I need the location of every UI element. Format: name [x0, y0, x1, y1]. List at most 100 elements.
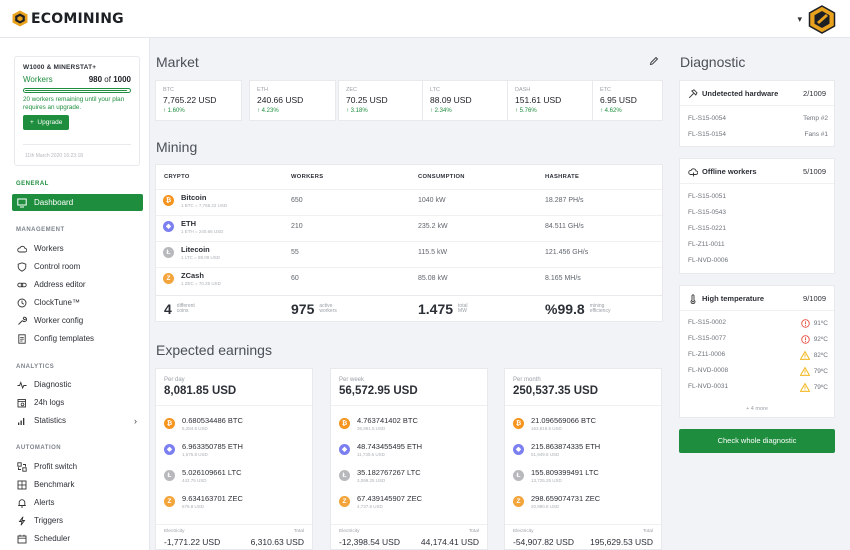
worker-id: FL-S15-0054 [688, 115, 726, 122]
divider [331, 405, 487, 406]
diag-card-temperature[interactable]: High temperature 9/1009 FL-S15-0002 91ºC… [679, 285, 835, 418]
ticker-zec[interactable]: ZEC 70.25 USD ↑ 3.18% [338, 80, 425, 121]
ticker-price: 70.25 USD [346, 95, 388, 105]
list-item: FL-S15-0054 Temp #2 [688, 115, 828, 129]
shield-icon [17, 261, 27, 272]
consumption-cell: 235.2 kW [418, 223, 448, 230]
bitcoin-coin-icon: ₿ [164, 418, 175, 429]
show-more-link[interactable]: + 4 more [680, 406, 834, 412]
ticker-symbol: BTC [163, 87, 174, 93]
sidebar-item-workers[interactable]: Workers [12, 240, 143, 257]
hardware-detail: Temp #2 [803, 115, 828, 122]
cloud-icon [17, 244, 27, 254]
sidebar-item-config-templates[interactable]: Config templates [12, 330, 143, 347]
column-header-consumption: CONSUMPTION [418, 174, 465, 180]
account-dropdown-chevron-icon[interactable]: ▾ [797, 14, 802, 25]
logo[interactable]: ECOMINING [12, 10, 124, 27]
logo-text: ECOMINING [31, 10, 124, 27]
sidebar-item-profit-switch[interactable]: Profit switch [12, 458, 143, 475]
ticker-symbol: DASH [515, 87, 531, 93]
upgrade-label: Upgrade [37, 119, 63, 127]
ticker-symbol: LTC [430, 87, 440, 93]
check-diagnostic-button[interactable]: Check whole diagnostic [679, 429, 835, 453]
hammer-icon [688, 89, 698, 99]
electricity-value: -54,907.82 USD [513, 537, 574, 547]
sidebar-item-label: Workers [34, 244, 64, 253]
earning-usd: 11,730.6 USD [357, 452, 385, 457]
sidebar-item-label: Triggers [34, 516, 64, 525]
net-total-value: 44,174.41 USD [420, 537, 479, 547]
earning-usd: 20,980.8 USD [531, 504, 560, 509]
sidebar-item-scheduler[interactable]: Scheduler [12, 530, 143, 547]
ticker-change: ↑ 2.34% [430, 108, 452, 114]
ticker-etc[interactable]: ETC 6.95 USD ↑ 4.62% [592, 80, 663, 121]
edit-pencil-icon[interactable] [649, 56, 659, 66]
plan-workers-label: Workers [23, 75, 53, 84]
summary-coins: 4 different coins [164, 301, 207, 317]
monitor-icon [17, 198, 27, 208]
sidebar-item-alerts[interactable]: Alerts [12, 494, 143, 511]
table-row[interactable]: Ł Litecoin 1 LTC = 88.09 USD 55 115.5 kW… [156, 241, 662, 264]
sidebar-item-label: Benchmark [34, 480, 75, 489]
table-row[interactable]: ◆ ETH 1 ETH = 240.66 USD 210 235.2 kW 84… [156, 215, 662, 238]
earnings-total: 250,537.35 USD [513, 385, 599, 397]
zcash-coin-icon: Z [164, 496, 175, 507]
sidebar-item-dashboard[interactable]: Dashboard [12, 194, 143, 211]
sidebar-item-label: Diagnostic [34, 380, 72, 389]
link-icon [17, 280, 27, 290]
earning-usd: 163,819.5 USD [531, 426, 562, 431]
mining-table: CRYPTO WORKERS CONSUMPTION HASHRATE ₿ Bi… [155, 164, 663, 322]
earnings-total: 56,572.95 USD [339, 385, 418, 397]
worker-id: FL-S15-0154 [688, 131, 726, 138]
summary-efficiency: %99.8 mining efficiency [545, 301, 622, 317]
ticker-price: 7,765.22 USD [163, 95, 217, 105]
sidebar-item-worker-config[interactable]: Worker config [12, 312, 143, 329]
earning-usd: 36,991.5 USD [357, 426, 386, 431]
ticker-price: 6.95 USD [600, 95, 637, 105]
diag-card-hardware[interactable]: Undetected hardware 2/1009 FL-S15-0054 T… [679, 80, 835, 147]
list-item: FL-NVD-0008 79ºC [688, 367, 828, 381]
section-general: GENERAL [16, 181, 49, 187]
list-item: Ł 35.182767267 LTC 3,099.25 USD [339, 467, 484, 487]
error-circle-icon [800, 319, 810, 328]
list-item: ₿ 21.096569066 BTC 163,819.5 USD [513, 415, 658, 435]
ticker-price: 88.09 USD [430, 95, 472, 105]
upgrade-button[interactable]: + Upgrade [23, 115, 70, 131]
sidebar-item-address-editor[interactable]: Address editor [12, 276, 143, 293]
ticker-dash[interactable]: DASH 151.61 USD ↑ 5.76% [507, 80, 594, 121]
table-row[interactable]: Z ZCash 1 ZEC = 70.25 USD 60 85.08 kW 8.… [156, 267, 662, 290]
hashrate-cell: 84.511 GH/s [545, 223, 584, 230]
sidebar-item-clocktune[interactable]: ClockTune™ [12, 294, 143, 311]
user-avatar[interactable] [808, 5, 836, 34]
plan-workers-used: 980 [88, 75, 103, 84]
ticker-ltc[interactable]: LTC 88.09 USD ↑ 2.34% [422, 80, 509, 121]
mining-title: Mining [156, 139, 198, 155]
sidebar-item-label: Worker config [34, 316, 84, 325]
sidebar-item-statistics[interactable]: Statistics › [12, 412, 143, 429]
section-automation: AUTOMATION [16, 445, 62, 451]
ticker-eth[interactable]: ETH 240.66 USD ↑ 4.23% [249, 80, 336, 121]
clock-icon [17, 298, 27, 308]
ticker-btc[interactable]: BTC 7,765.22 USD ↑ 1.60% [155, 80, 242, 121]
ticker-symbol: ZEC [346, 87, 357, 93]
table-row[interactable]: ₿ Bitcoin 1 BTC = 7,765.22 USD 650 1040 … [156, 189, 662, 212]
zcash-coin-icon: Z [163, 273, 174, 284]
list-item: FL-S15-0543 [688, 209, 726, 216]
warning-triangle-icon [799, 367, 810, 376]
sidebar-item-diagnostic[interactable]: Diagnostic [12, 376, 143, 393]
ticker-change: ↑ 4.62% [600, 108, 622, 114]
sidebar-item-label: 24h logs [34, 398, 65, 407]
divider [331, 524, 487, 525]
earning-amount: 215.863874335 ETH [531, 442, 601, 451]
sidebar-item-benchmark[interactable]: Benchmark [12, 476, 143, 493]
switch-icon [17, 461, 27, 472]
earnings-total: 8,081.85 USD [164, 385, 237, 397]
list-item: Z 9.634163701 ZEC 676.8 USD [164, 493, 309, 513]
sidebar-item-24h-logs[interactable]: 24h logs [12, 394, 143, 411]
divider [156, 524, 312, 525]
earning-amount: 48.743455495 ETH [357, 442, 423, 451]
sidebar-item-triggers[interactable]: Triggers [12, 512, 143, 529]
ticker-change: ↑ 5.76% [515, 108, 537, 114]
diag-card-offline[interactable]: Offline workers 5/1009 FL-S15-0051 FL-S1… [679, 158, 835, 274]
sidebar-item-control-room[interactable]: Control room [12, 258, 143, 275]
